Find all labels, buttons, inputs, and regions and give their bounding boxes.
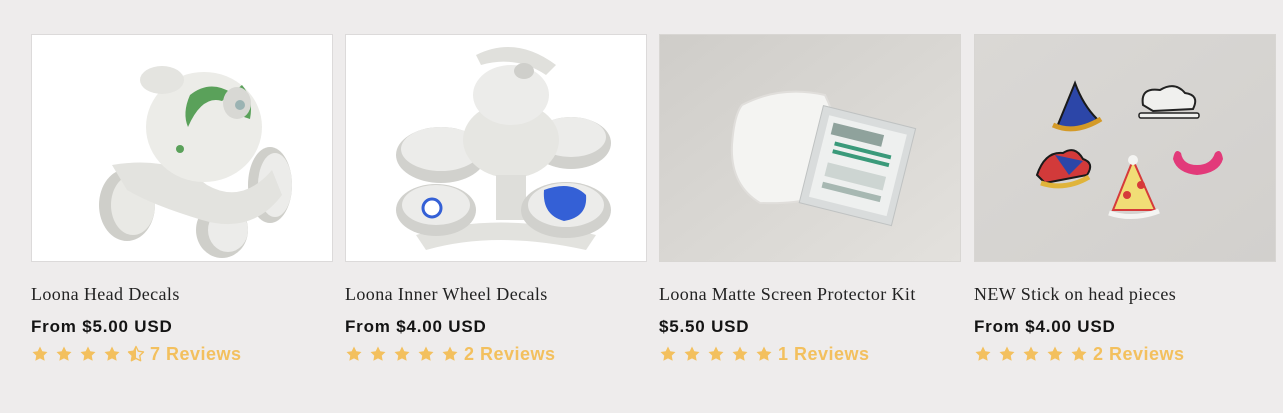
star-full-icon [684, 346, 700, 361]
review-count[interactable]: 1 Reviews [778, 344, 870, 365]
rating-stars [974, 345, 1094, 363]
product-title[interactable]: Loona Head Decals [31, 284, 331, 305]
star-full-icon [418, 346, 434, 361]
star-full-icon [56, 346, 72, 361]
product-image[interactable] [659, 34, 961, 262]
star-full-icon [1023, 346, 1039, 361]
product-card[interactable]: Loona Matte Screen Protector Kit $5.50 U… [659, 34, 961, 365]
product-title[interactable]: Loona Matte Screen Protector Kit [659, 284, 959, 305]
star-full-icon [660, 346, 676, 361]
product-price: From $4.00 USD [345, 317, 487, 336]
robot-wheel-decal-image [346, 35, 646, 261]
star-full-icon [708, 346, 724, 361]
star-full-icon [32, 346, 48, 361]
head-pieces-photo-image [975, 35, 1275, 261]
star-full-icon [442, 346, 458, 361]
product-card[interactable]: Loona Inner Wheel Decals From $4.00 USD … [345, 34, 647, 365]
product-card[interactable]: NEW Stick on head pieces From $4.00 USD … [974, 34, 1276, 365]
review-count[interactable]: 7 Reviews [150, 344, 242, 365]
star-full-icon [1047, 346, 1063, 361]
product-rating[interactable]: 7 Reviews [31, 343, 333, 365]
robot-head-decal-image [32, 35, 332, 261]
star-full-icon [732, 346, 748, 361]
screen-protector-photo-image [660, 35, 960, 261]
star-half-icon [127, 345, 145, 362]
star-full-icon [999, 346, 1015, 361]
star-full-icon [370, 346, 386, 361]
star-full-icon [104, 346, 120, 361]
product-price: From $5.00 USD [31, 317, 173, 336]
star-full-icon [1071, 346, 1087, 361]
product-title[interactable]: NEW Stick on head pieces [974, 284, 1274, 305]
product-image[interactable] [345, 34, 647, 262]
product-image[interactable] [31, 34, 333, 262]
product-image[interactable] [974, 34, 1276, 262]
star-full-icon [756, 346, 772, 361]
star-full-icon [394, 346, 410, 361]
star-full-icon [975, 346, 991, 361]
product-card[interactable]: Loona Head Decals From $5.00 USD 7 Revie… [31, 34, 333, 365]
rating-stars [659, 345, 779, 363]
product-rating[interactable]: 2 Reviews [345, 343, 647, 365]
product-title[interactable]: Loona Inner Wheel Decals [345, 284, 645, 305]
product-rating[interactable]: 2 Reviews [974, 343, 1276, 365]
product-price: $5.50 USD [659, 317, 750, 336]
review-count[interactable]: 2 Reviews [464, 344, 556, 365]
star-full-icon [346, 346, 362, 361]
product-grid: Loona Head Decals From $5.00 USD 7 Revie… [0, 0, 1283, 413]
star-full-icon [80, 346, 96, 361]
product-price: From $4.00 USD [974, 317, 1116, 336]
review-count[interactable]: 2 Reviews [1093, 344, 1185, 365]
product-rating[interactable]: 1 Reviews [659, 343, 961, 365]
rating-stars [345, 345, 465, 363]
rating-stars [31, 345, 151, 363]
